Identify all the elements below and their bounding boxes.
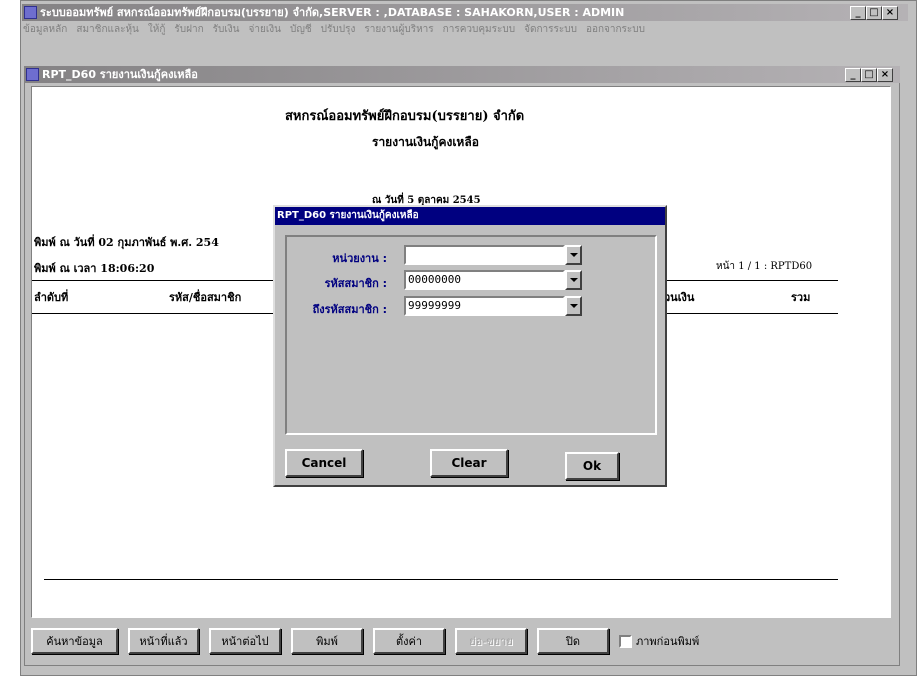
unit-label: หน่วยงาน : (332, 252, 387, 265)
report-org-name: สหกรณ์ออมทรัพย์ฝึกอบรม(บรรยาย) จำกัด (285, 109, 525, 124)
ok-button[interactable]: Ok (565, 452, 619, 480)
minimize-icon[interactable]: _ (850, 6, 866, 20)
previous-page-button[interactable]: หน้าที่แล้ว (128, 628, 199, 654)
unit-field[interactable] (404, 245, 565, 265)
cancel-button[interactable]: Cancel (285, 449, 363, 477)
report-window-controls: _ □ × (845, 68, 893, 82)
column-seq: ลำดับที่ (34, 291, 69, 304)
print-button[interactable]: พิมพ์ (291, 628, 363, 654)
menu-item-pay[interactable]: จ่ายเงิน (249, 22, 281, 38)
member-from-label: รหัสสมาชิก : (324, 277, 387, 290)
menu-item-loans[interactable]: ให้กู้ (148, 22, 166, 38)
maximize-icon[interactable]: □ (861, 68, 877, 82)
menu-item-admin[interactable]: จัดการระบบ (524, 22, 577, 38)
menu-item-members-shares[interactable]: สมาชิกและหุ้น (76, 22, 139, 38)
menu-item-accounts[interactable]: บัญชี (290, 22, 312, 38)
menu-item-deposits[interactable]: รับฝาก (174, 22, 203, 38)
member-from-field[interactable]: 00000000 (404, 270, 565, 290)
report-print-time: พิมพ์ ณ เวลา 18:06:20 (34, 262, 155, 275)
report-parameters-dialog: RPT_D60 รายงานเงินกู้คงเหลือ หน่วยงาน : … (273, 205, 667, 487)
report-window-title: RPT_D60 รายงานเงินกู้คงเหลือ (42, 68, 198, 81)
clear-button[interactable]: Clear (430, 449, 508, 477)
menubar: ข้อมูลหลัก สมาชิกและหุ้น ให้กู้ รับฝาก ร… (22, 22, 645, 38)
menu-item-exit[interactable]: ออกจากระบบ (586, 22, 645, 38)
column-total: รวม (791, 291, 811, 304)
report-print-date: พิมพ์ ณ วันที่ 02 กุมภาพันธ์ พ.ศ. 254 (34, 236, 219, 249)
report-window-icon (26, 68, 39, 81)
report-page-info: หน้า 1 / 1 : RPTD60 (716, 261, 813, 272)
menu-item-receive[interactable]: รับเงิน (213, 22, 240, 38)
zoom-button[interactable]: ย่อ-ขยาย (455, 628, 527, 654)
menu-item-exec-reports[interactable]: รายงานผู้บริหาร (364, 22, 433, 38)
search-button[interactable]: ค้นหาข้อมูล (31, 628, 118, 654)
footer-divider (44, 579, 838, 580)
next-page-button[interactable]: หน้าต่อไป (209, 628, 281, 654)
menu-item-master-data[interactable]: ข้อมูลหลัก (23, 22, 67, 38)
menu-item-control[interactable]: การควบคุมระบบ (443, 22, 515, 38)
column-amount: วนเงิน (664, 291, 695, 304)
print-preview-checkbox[interactable] (619, 634, 632, 648)
chevron-down-icon[interactable] (565, 270, 582, 290)
member-to-field[interactable]: 99999999 (404, 296, 565, 316)
app-title: ระบบออมทรัพย์ สหกรณ์ออมทรัพย์ฝึกอบรม(บรร… (40, 6, 625, 19)
close-icon[interactable]: × (882, 6, 898, 20)
app-titlebar: ระบบออมทรัพย์ สหกรณ์ออมทรัพย์ฝึกอบรม(บรร… (22, 4, 908, 21)
menu-item-adjust[interactable]: ปรับปรุง (321, 22, 356, 38)
chevron-down-icon[interactable] (565, 296, 582, 316)
app-window-controls: _ □ × (850, 6, 898, 20)
print-preview-label: ภาพก่อนพิมพ์ (636, 635, 700, 648)
dialog-panel: หน่วยงาน : รหัสสมาชิก : 00000000 ถึงรหัส… (285, 235, 657, 435)
dialog-title: RPT_D60 รายงานเงินกู้คงเหลือ (275, 207, 665, 225)
close-icon[interactable]: × (877, 68, 893, 82)
report-toolbar: ค้นหาข้อมูล หน้าที่แล้ว หน้าต่อไป พิมพ์ … (31, 626, 699, 656)
app-icon (24, 6, 37, 19)
member-to-label: ถึงรหัสสมาชิก : (312, 303, 387, 316)
member-to-combobox[interactable]: 99999999 (404, 296, 582, 316)
maximize-icon[interactable]: □ (866, 6, 882, 20)
column-member: รหัส/ชื่อสมาชิก (169, 291, 242, 304)
report-title: รายงานเงินกู้คงเหลือ (372, 135, 479, 149)
print-preview-option[interactable]: ภาพก่อนพิมพ์ (619, 632, 699, 650)
settings-button[interactable]: ตั้งค่า (373, 628, 445, 654)
close-button[interactable]: ปิด (537, 628, 609, 654)
minimize-icon[interactable]: _ (845, 68, 861, 82)
member-from-combobox[interactable]: 00000000 (404, 270, 582, 290)
chevron-down-icon[interactable] (565, 245, 582, 265)
unit-combobox[interactable] (404, 245, 582, 265)
report-window-titlebar: RPT_D60 รายงานเงินกู้คงเหลือ (24, 66, 900, 83)
